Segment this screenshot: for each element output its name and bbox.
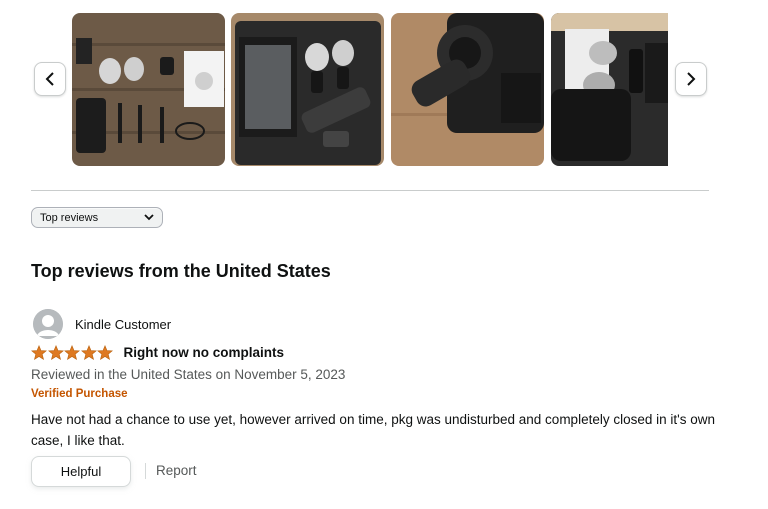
action-separator (145, 463, 146, 479)
star-icon (80, 345, 97, 360)
chevron-left-icon (45, 72, 54, 86)
chevron-right-icon (687, 72, 696, 86)
sort-selected-value: Top reviews (40, 211, 99, 224)
review-title[interactable]: Right now no complaints (124, 345, 285, 360)
review-image-kit-contents[interactable] (72, 13, 225, 166)
review-image-case[interactable] (231, 13, 384, 166)
reviews-heading: Top reviews from the United States (31, 261, 331, 281)
section-divider (31, 190, 709, 191)
review-rating-row: Right now no complaints (31, 345, 284, 360)
star-icon (47, 345, 64, 360)
star-rating[interactable] (31, 345, 114, 360)
user-avatar-icon (33, 309, 63, 339)
review-date: Reviewed in the United States on Novembe… (31, 367, 346, 382)
star-icon (64, 345, 80, 360)
review-image-carousel (0, 0, 768, 180)
reviewer-profile[interactable]: Kindle Customer (33, 309, 171, 339)
review-body: Have not had a chance to use yet, howeve… (31, 412, 715, 448)
report-link[interactable]: Report (156, 463, 197, 478)
reviewer-name: Kindle Customer (75, 316, 172, 332)
review-image-accessories[interactable] (551, 13, 668, 166)
review-image-camera-mic[interactable] (391, 13, 544, 166)
verified-purchase-badge[interactable]: Verified Purchase (31, 388, 128, 400)
chevron-down-icon (144, 214, 154, 221)
star-icon (31, 345, 47, 360)
star-icon (97, 345, 113, 360)
helpful-button[interactable]: Helpful (31, 456, 131, 487)
carousel-prev-button[interactable] (34, 62, 66, 96)
avatar (33, 309, 63, 339)
sort-dropdown[interactable]: Top reviews (31, 207, 163, 228)
carousel-next-button[interactable] (675, 62, 707, 96)
